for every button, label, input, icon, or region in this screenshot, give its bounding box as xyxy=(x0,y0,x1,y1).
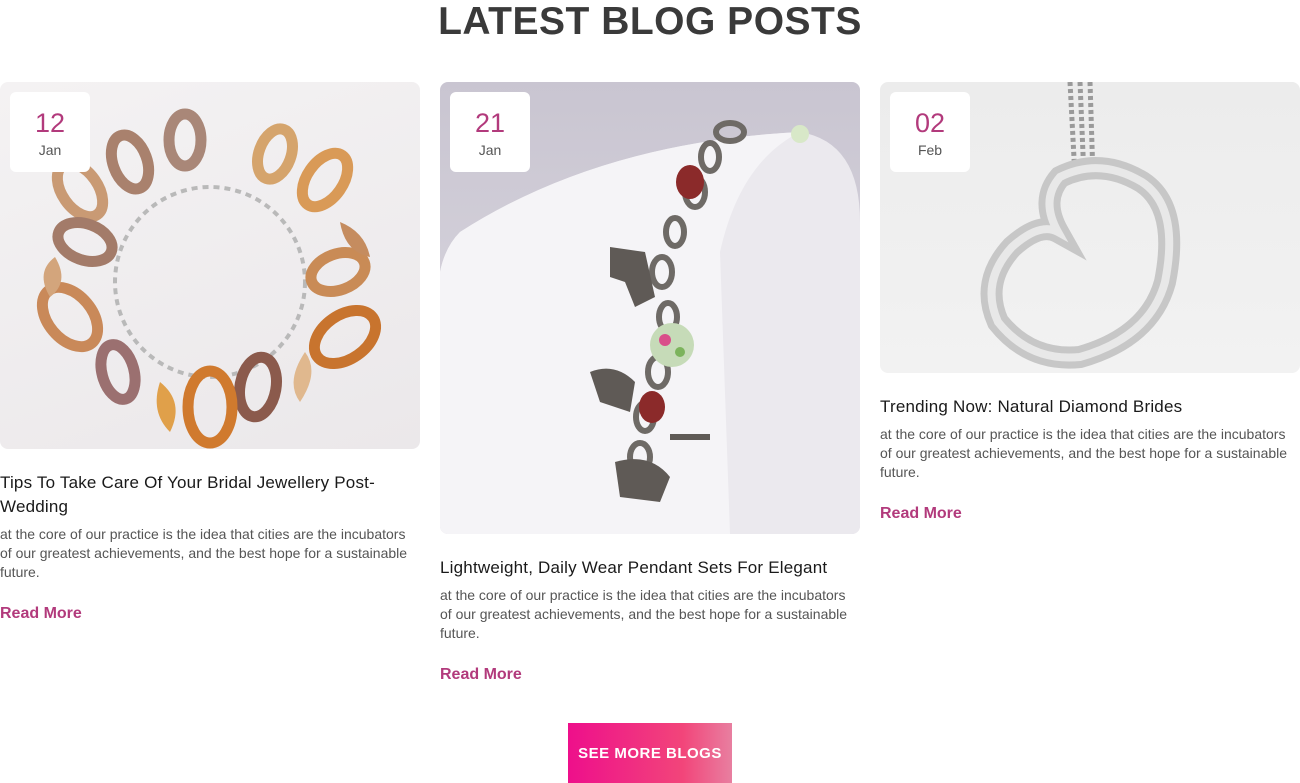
blog-section: LATEST BLOG POSTS 12 Jan Tips To Take Ca… xyxy=(0,0,1300,783)
date-day: 02 xyxy=(914,108,946,138)
blog-card-excerpt: at the core of our practice is the idea … xyxy=(880,426,1288,480)
blog-card-image[interactable]: 12 Jan xyxy=(0,82,420,449)
date-day: 21 xyxy=(474,108,506,138)
date-month: Jan xyxy=(478,142,502,158)
date-badge: 12 Jan xyxy=(10,92,90,172)
blog-card-title[interactable]: Lightweight, Daily Wear Pendant Sets For… xyxy=(440,556,860,580)
blog-card: 12 Jan Tips To Take Care Of Your Bridal … xyxy=(0,82,420,624)
read-more-link[interactable]: Read More xyxy=(440,665,522,685)
date-day: 12 xyxy=(34,108,66,138)
date-month: Jan xyxy=(38,142,62,158)
read-more-link[interactable]: Read More xyxy=(0,604,82,624)
section-title: LATEST BLOG POSTS xyxy=(438,0,862,43)
blog-card-excerpt: at the core of our practice is the idea … xyxy=(0,526,408,580)
blog-card-image[interactable]: 02 Feb xyxy=(880,82,1300,373)
blog-card: 02 Feb Trending Now: Natural Diamond Bri… xyxy=(880,82,1300,524)
date-month: Feb xyxy=(917,142,943,158)
blog-card-image[interactable]: 21 Jan xyxy=(440,82,860,534)
blog-card-title[interactable]: Trending Now: Natural Diamond Brides xyxy=(880,395,1300,419)
read-more-link[interactable]: Read More xyxy=(880,504,962,524)
see-more-blogs-button[interactable]: SEE MORE BLOGS xyxy=(568,723,732,783)
blog-card: 21 Jan Lightweight, Daily Wear Pendant S… xyxy=(440,82,860,685)
date-badge: 02 Feb xyxy=(890,92,970,172)
date-badge: 21 Jan xyxy=(450,92,530,172)
blog-card-excerpt: at the core of our practice is the idea … xyxy=(440,587,848,641)
blog-card-title[interactable]: Tips To Take Care Of Your Bridal Jewelle… xyxy=(0,471,420,519)
